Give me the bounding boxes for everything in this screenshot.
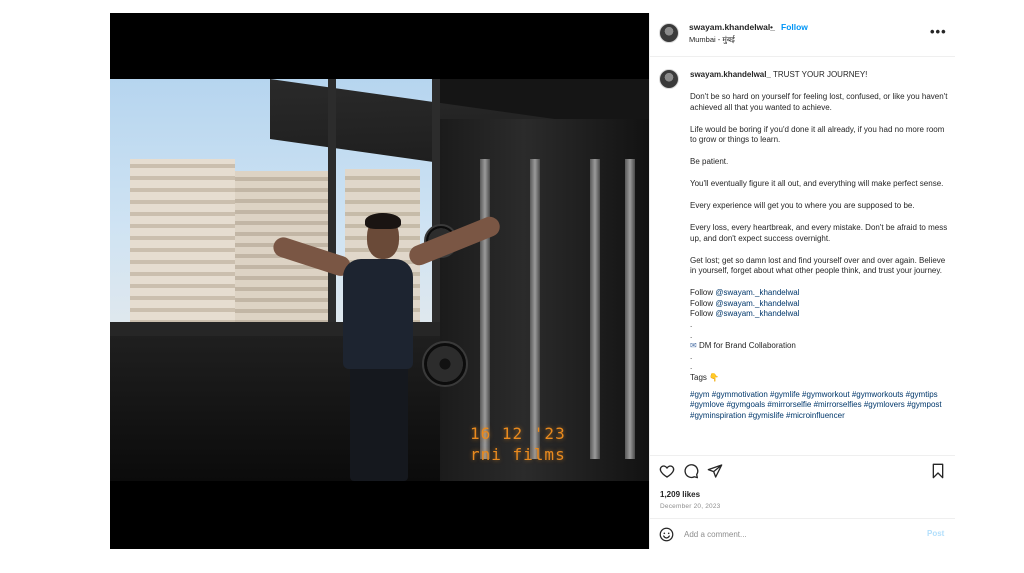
follow-line: Follow @swayam._khandelwal [690, 288, 800, 298]
caption-paragraph: Don't be so hard on yourself for feeling… [690, 91, 948, 112]
comment-icon[interactable] [683, 463, 699, 479]
rack-bar [625, 159, 635, 459]
photo-date-stamp: 16 12 '23 rni films [470, 424, 566, 464]
dot-line: . [690, 362, 693, 372]
caption-paragraph: Be patient. [690, 157, 729, 167]
post-comment-button[interactable]: Post [927, 529, 944, 538]
likes-count[interactable]: 1,209 likes [660, 490, 700, 499]
building [130, 159, 235, 324]
caption-paragraph: Every experience will get you to where y… [690, 201, 915, 211]
dot-line: . [690, 330, 693, 340]
post-side-panel: swayam.khandelwal_ • Follow Mumbai - मुं… [649, 13, 955, 549]
avatar[interactable] [659, 69, 679, 89]
hashtag-list[interactable]: #gym #gymmotivation #gymlife #gymworkout… [690, 390, 952, 422]
tags-label: Tags 👇 [690, 373, 720, 382]
window-frame [328, 79, 336, 329]
location-link[interactable]: Mumbai - मुंबई [689, 35, 735, 45]
caption-text: swayam.khandelwal_ TRUST YOUR JOURNEY! D… [690, 70, 952, 421]
dot-line: . [690, 320, 693, 330]
weight-plate [422, 341, 468, 387]
heart-icon[interactable] [659, 463, 675, 479]
person-torso [343, 259, 413, 369]
instagram-post: 16 12 '23 rni films swayam.khandelwal_ •… [110, 13, 955, 549]
caption-paragraph: Get lost; get so damn lost and find your… [690, 255, 946, 276]
post-photo[interactable]: 16 12 '23 rni films [110, 13, 649, 549]
caption-username[interactable]: swayam.khandelwal_ [690, 70, 771, 79]
dm-line: ✉ DM for Brand Collaboration [690, 341, 796, 351]
separator-dot: • [770, 22, 773, 32]
comment-input[interactable] [684, 525, 904, 543]
bookmark-icon[interactable] [930, 463, 946, 479]
window-frame [432, 79, 440, 329]
mention-link[interactable]: @swayam._khandelwal [715, 299, 799, 308]
comment-bar: Post [650, 518, 955, 549]
photo-scene [110, 79, 649, 481]
mention-link[interactable]: @swayam._khandelwal [715, 309, 799, 318]
follow-line: Follow @swayam._khandelwal [690, 309, 800, 319]
dot-line: . [690, 351, 693, 361]
caption-paragraph: You'll eventually figure it all out, and… [690, 179, 944, 189]
caption-headline: TRUST YOUR JOURNEY! [773, 70, 868, 79]
rack-bar [590, 159, 600, 459]
more-options-icon[interactable]: ••• [930, 24, 947, 39]
mention-link[interactable]: @swayam._khandelwal [715, 288, 799, 297]
person-hair [365, 213, 401, 229]
envelope-icon: ✉ [690, 341, 697, 351]
action-bar: 1,209 likes December 20, 2023 [650, 455, 955, 515]
caption-paragraph: Life would be boring if you'd done it al… [690, 124, 945, 145]
avatar[interactable] [659, 23, 679, 43]
author-username[interactable]: swayam.khandelwal_ [689, 22, 775, 32]
rack-bar [530, 159, 540, 459]
post-header: swayam.khandelwal_ • Follow Mumbai - मुं… [650, 13, 955, 57]
caption-paragraph: Every loss, every heartbreak, and every … [690, 223, 948, 243]
emoji-icon[interactable] [659, 527, 674, 542]
share-icon[interactable] [707, 463, 723, 479]
caption-section: swayam.khandelwal_ TRUST YOUR JOURNEY! D… [650, 57, 955, 455]
post-date: December 20, 2023 [660, 503, 721, 510]
person-legs [350, 364, 408, 481]
follow-button[interactable]: Follow [781, 22, 808, 32]
rack-bar [480, 159, 490, 459]
follow-line: Follow @swayam._khandelwal [690, 298, 800, 308]
